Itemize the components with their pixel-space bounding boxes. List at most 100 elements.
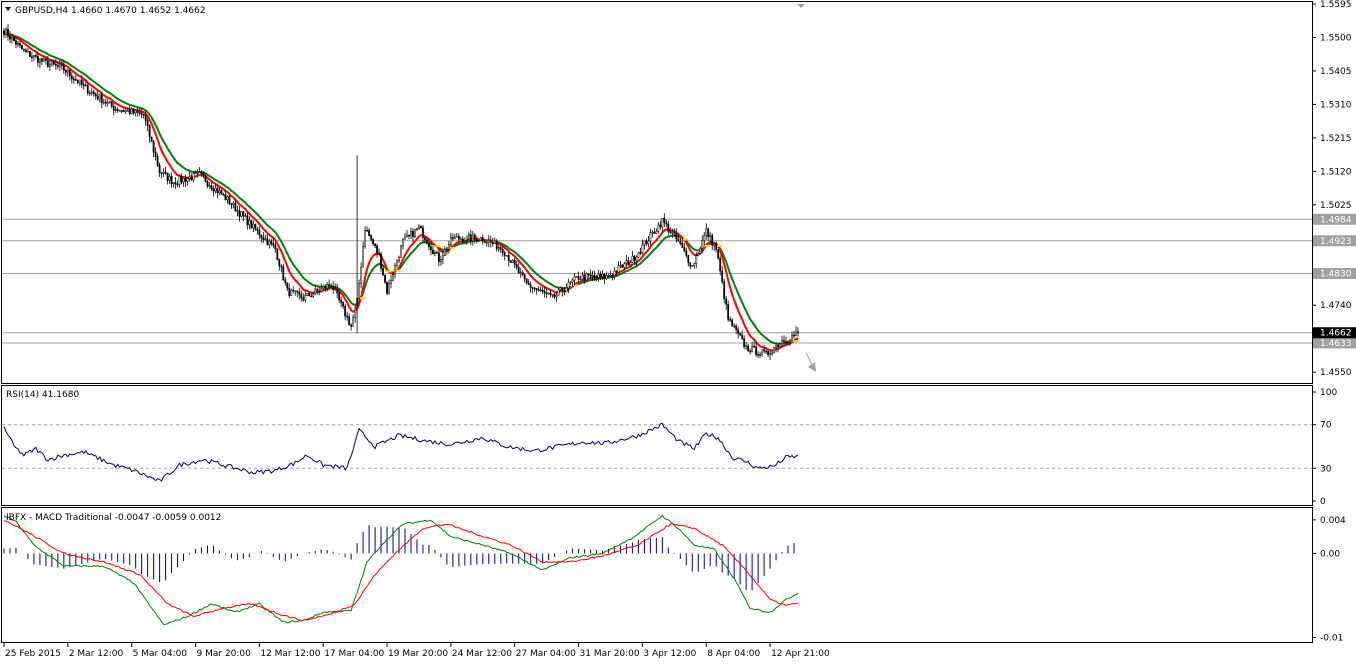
candle (162, 168, 165, 177)
candle (587, 273, 590, 278)
price-tag-text: 1.4633 (1320, 339, 1352, 349)
candle-body (659, 224, 662, 228)
candle (503, 250, 506, 261)
candle-body (751, 345, 754, 353)
candle-body (130, 108, 133, 115)
candle (398, 255, 400, 264)
price-tick-label: 1.5120 (1320, 167, 1352, 177)
candle-body (505, 255, 508, 257)
candle-body (360, 266, 363, 284)
candle (25, 48, 27, 53)
candle-body (531, 287, 534, 289)
rsi-tick-label: 100 (1320, 388, 1337, 398)
candle-body (665, 222, 668, 225)
candle-body (92, 91, 95, 95)
candle-body (116, 108, 119, 111)
candle-body (368, 230, 370, 236)
candle-body (451, 237, 454, 240)
candle (757, 351, 760, 359)
candle (106, 98, 109, 107)
candle-body (21, 45, 23, 50)
candle (477, 240, 480, 242)
candle-body (42, 58, 45, 62)
x-tick-label: 3 Apr 12:00 (643, 649, 696, 659)
candle (665, 219, 668, 228)
candle (487, 234, 490, 248)
candle (102, 98, 105, 105)
candle (691, 265, 694, 267)
candle-body (705, 228, 708, 236)
candle-body (424, 237, 426, 241)
candle (372, 237, 374, 246)
main-price-panel[interactable] (1, 1, 1313, 384)
candle-body (288, 287, 291, 296)
candle (517, 262, 520, 274)
candle-body (276, 248, 279, 260)
candle-body (725, 298, 728, 305)
candle (719, 255, 722, 276)
candle (264, 234, 267, 241)
candle (19, 41, 21, 49)
candle-body (17, 43, 19, 45)
candle (340, 296, 343, 308)
forecast-arrow-icon[interactable] (805, 352, 816, 372)
candle (354, 304, 357, 323)
candle (557, 287, 560, 296)
candle-body (487, 240, 490, 243)
candle-body (681, 242, 684, 248)
candle (212, 185, 215, 197)
candle (13, 36, 15, 42)
chart-window[interactable]: 1.5595 1.5500 1.5405 1.5310 1.5215 1.5120 1.50… (0, 0, 1356, 661)
candle-body (767, 350, 769, 355)
x-tick-label: 31 Mar 20:00 (580, 649, 640, 659)
candle (400, 244, 402, 258)
candle-body (332, 286, 335, 291)
candle-body (248, 220, 251, 226)
candle (116, 107, 119, 113)
candle (412, 227, 414, 242)
candle (228, 195, 231, 206)
candle-body (370, 235, 372, 240)
candle (647, 235, 650, 248)
candle (150, 136, 153, 143)
candle (657, 222, 660, 234)
macd-panel[interactable] (1, 507, 1313, 643)
candle (366, 226, 368, 232)
candle (242, 211, 245, 222)
candle-body (234, 202, 237, 212)
rsi-panel[interactable] (1, 385, 1313, 506)
candle-body (523, 274, 526, 280)
rsi-tick-label: 70 (1320, 421, 1332, 431)
candle (637, 251, 640, 259)
candle-body (507, 255, 510, 262)
candle (441, 251, 444, 265)
candle-body (723, 281, 726, 300)
chart-canvas[interactable]: 1.5595 1.5500 1.5405 1.5310 1.5215 1.5120 1.50… (0, 0, 1356, 661)
candle (651, 230, 654, 238)
shift-marker-icon[interactable] (797, 4, 805, 8)
candle (408, 234, 410, 240)
candle (533, 286, 536, 292)
candle-body (350, 324, 353, 327)
candle-body (699, 248, 702, 254)
candle (306, 292, 309, 297)
candle-body (416, 228, 418, 230)
candle-body (84, 84, 87, 87)
candle (376, 243, 378, 258)
candle-body (376, 245, 378, 254)
candle (94, 92, 97, 100)
candle (146, 117, 149, 132)
candle-body (467, 234, 470, 237)
candle-body (753, 345, 756, 348)
candle-body (140, 112, 143, 115)
collapse-icon[interactable] (5, 7, 11, 11)
candle-body (242, 211, 245, 217)
candle-body (294, 290, 297, 293)
candle-body (559, 287, 562, 291)
candle (763, 344, 765, 354)
candle (553, 293, 556, 300)
candle-body (312, 293, 315, 297)
candle-body (212, 188, 215, 192)
candle (276, 248, 279, 261)
candle (72, 76, 75, 85)
